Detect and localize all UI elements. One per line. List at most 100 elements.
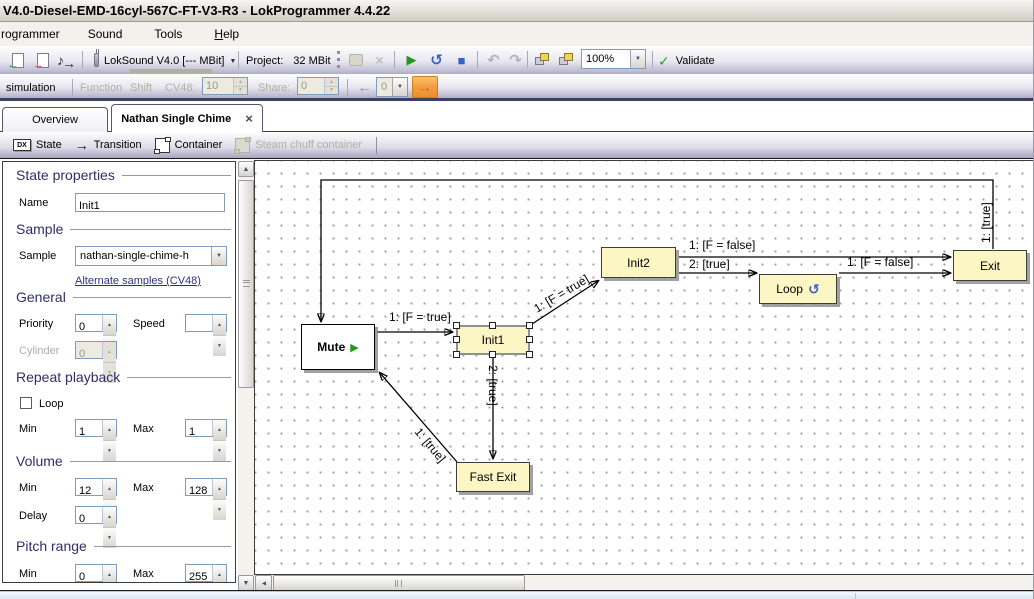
step-forward-button[interactable]: → <box>412 76 438 98</box>
scrollbar-thumb[interactable] <box>273 575 525 591</box>
scroll-up-button[interactable]: ▲ <box>238 161 254 177</box>
open-file-button[interactable]: ← <box>6 49 29 71</box>
chevron-down-icon[interactable]: ▼ <box>211 247 226 265</box>
close-tab-icon[interactable]: × <box>245 111 253 126</box>
menu-tools[interactable]: Tools <box>144 24 192 44</box>
state-diagram-canvas[interactable]: 1: [F = true] 1: [F = true] 2: [true] 1:… <box>254 160 1034 574</box>
selection-handle[interactable] <box>453 336 460 343</box>
canvas-horizontal-scrollbar[interactable]: ▼ <box>254 574 1034 591</box>
edge-label: 1: [F = false] <box>689 238 755 252</box>
edge-fastexit-mute[interactable] <box>380 373 457 462</box>
spin-down-button[interactable]: ▼ <box>234 87 247 95</box>
spin-up-button[interactable]: ▲ <box>213 315 226 336</box>
selection-handle[interactable] <box>526 322 533 329</box>
zoom-level-combo[interactable]: 100% ▼ <box>581 49 646 69</box>
spin-up-button[interactable]: ▲ <box>103 507 116 528</box>
volume-max-spinner[interactable]: 128 ▲▼ <box>185 478 227 496</box>
menu-help[interactable]: Help <box>204 24 249 44</box>
spin-up-button[interactable]: ▲ <box>213 479 226 500</box>
loop-playback-button[interactable]: ↺ <box>425 49 448 71</box>
write-decoder-icon <box>349 54 363 66</box>
pitch-max-spinner[interactable]: 255 ▲▼ <box>185 564 227 582</box>
selection-handle[interactable] <box>453 351 460 358</box>
redo-button[interactable]: ↷ <box>504 49 527 71</box>
max-label: Max <box>133 419 154 439</box>
spin-up-button[interactable]: ▲ <box>103 342 116 363</box>
priority-spinner[interactable]: 0 ▲▼ <box>75 314 117 332</box>
stop-button[interactable]: ■ <box>450 49 473 71</box>
spin-up-button[interactable]: ▲ <box>325 78 338 87</box>
menu-programmer[interactable]: rogrammer <box>0 24 70 44</box>
validate-button[interactable]: ✓ Validate <box>658 49 715 73</box>
speed-spinner[interactable]: ▲▼ <box>185 314 227 332</box>
undo-button[interactable]: ↶ <box>482 49 505 71</box>
cancel-button[interactable]: × <box>368 49 391 71</box>
share-label: Share: <box>258 76 290 100</box>
play-button[interactable]: ▶ <box>400 49 423 71</box>
spinner-arrows: ▲▼ <box>212 565 226 581</box>
name-input[interactable]: Init1 <box>75 193 225 212</box>
spin-up-button[interactable]: ▲ <box>103 565 116 583</box>
spin-up-button[interactable]: ▲ <box>103 479 116 500</box>
toolbar-grip[interactable] <box>337 51 340 68</box>
titlebar[interactable]: V4.0-Diesel-EMD-16cyl-567C-FT-V3-R3 - Lo… <box>0 0 1033 22</box>
node-mute[interactable]: Mute ▶ <box>301 324 375 370</box>
cv48-spinner[interactable]: 10 ▲▼ <box>202 77 248 95</box>
repeat-min-spinner[interactable]: 1 ▲▼ <box>75 419 117 437</box>
selection-handle[interactable] <box>489 322 496 329</box>
selection-handle[interactable] <box>453 322 460 329</box>
delay-row: Delay 0 ▲▼ <box>3 506 235 526</box>
delay-spinner[interactable]: 0 ▲▼ <box>75 506 117 524</box>
scroll-down-button[interactable]: ▼ <box>238 575 254 591</box>
node-exit[interactable]: Exit <box>953 250 1027 281</box>
function-button[interactable]: Function <box>80 76 122 100</box>
add-state-button[interactable]: DX State <box>10 137 65 153</box>
spin-up-button[interactable]: ▲ <box>213 565 226 583</box>
sample-combo[interactable]: nathan-single-chime-h ▼ <box>75 246 227 266</box>
scrollbar-thumb[interactable] <box>238 180 254 388</box>
toolbar-separator <box>652 51 653 68</box>
shift-button[interactable]: Shift <box>130 76 152 100</box>
project-label: Project: <box>246 55 283 67</box>
spin-up-button[interactable]: ▲ <box>103 420 116 441</box>
selection-handle[interactable] <box>526 351 533 358</box>
add-transition-button[interactable]: → Transition <box>72 135 145 155</box>
chevron-down-icon[interactable]: ▼ <box>392 78 407 96</box>
selection-handle[interactable] <box>489 351 496 358</box>
scroll-left-button[interactable]: ▼ <box>255 575 272 591</box>
chevron-down-icon[interactable]: ▼ <box>630 50 645 68</box>
cylinder-spinner[interactable]: 0 ▲▼ <box>75 341 117 359</box>
node-fast-exit[interactable]: Fast Exit <box>456 462 530 492</box>
node-loop[interactable]: Loop ↺ <box>759 274 837 304</box>
pitch-minmax-row: Min 0 ▲▼ Max 255 ▲▼ <box>3 564 235 583</box>
spin-up-button[interactable]: ▲ <box>213 420 226 441</box>
spin-up-button[interactable]: ▲ <box>103 315 116 336</box>
edge-label: 1: [F = true] <box>531 272 591 316</box>
write-to-decoder-button[interactable] <box>344 49 367 71</box>
pitch-min-spinner[interactable]: 0 ▲▼ <box>75 564 117 582</box>
node-init1[interactable]: Init1 <box>456 325 530 355</box>
node-init2[interactable]: Init2 <box>601 247 676 278</box>
step-back-button[interactable]: ← <box>353 76 376 98</box>
export-sound-button[interactable]: ♪ → <box>56 49 79 71</box>
add-container-button[interactable]: Container <box>152 136 226 155</box>
toolbar-separator <box>394 51 395 68</box>
volume-min-spinner[interactable]: 12 ▲▼ <box>75 478 117 496</box>
zoom-in-button[interactable] <box>531 49 554 71</box>
tab-overview[interactable]: Overview <box>2 107 108 132</box>
write-file-button[interactable]: → <box>31 49 54 71</box>
tab-nathan-single-chime[interactable]: Nathan Single Chime × <box>111 104 263 132</box>
menu-sound[interactable]: Sound <box>78 24 133 44</box>
zoom-out-button[interactable] <box>555 49 578 71</box>
repeat-max-spinner[interactable]: 1 ▲▼ <box>185 419 227 437</box>
spin-up-button[interactable]: ▲ <box>234 78 247 87</box>
panel-scrollbar[interactable]: ▲ ▼ <box>238 161 254 591</box>
loop-checkbox[interactable] <box>20 397 32 409</box>
spin-down-button[interactable]: ▼ <box>325 87 338 95</box>
status-divider <box>855 593 856 599</box>
add-steam-chuff-container-button[interactable]: Steam chuff container <box>232 136 365 155</box>
step-combo[interactable]: 0 ▼ <box>376 77 408 97</box>
write-file-icon: → <box>37 53 49 68</box>
selection-handle[interactable] <box>526 336 533 343</box>
share-spinner[interactable]: 0 ▲▼ <box>297 77 339 95</box>
